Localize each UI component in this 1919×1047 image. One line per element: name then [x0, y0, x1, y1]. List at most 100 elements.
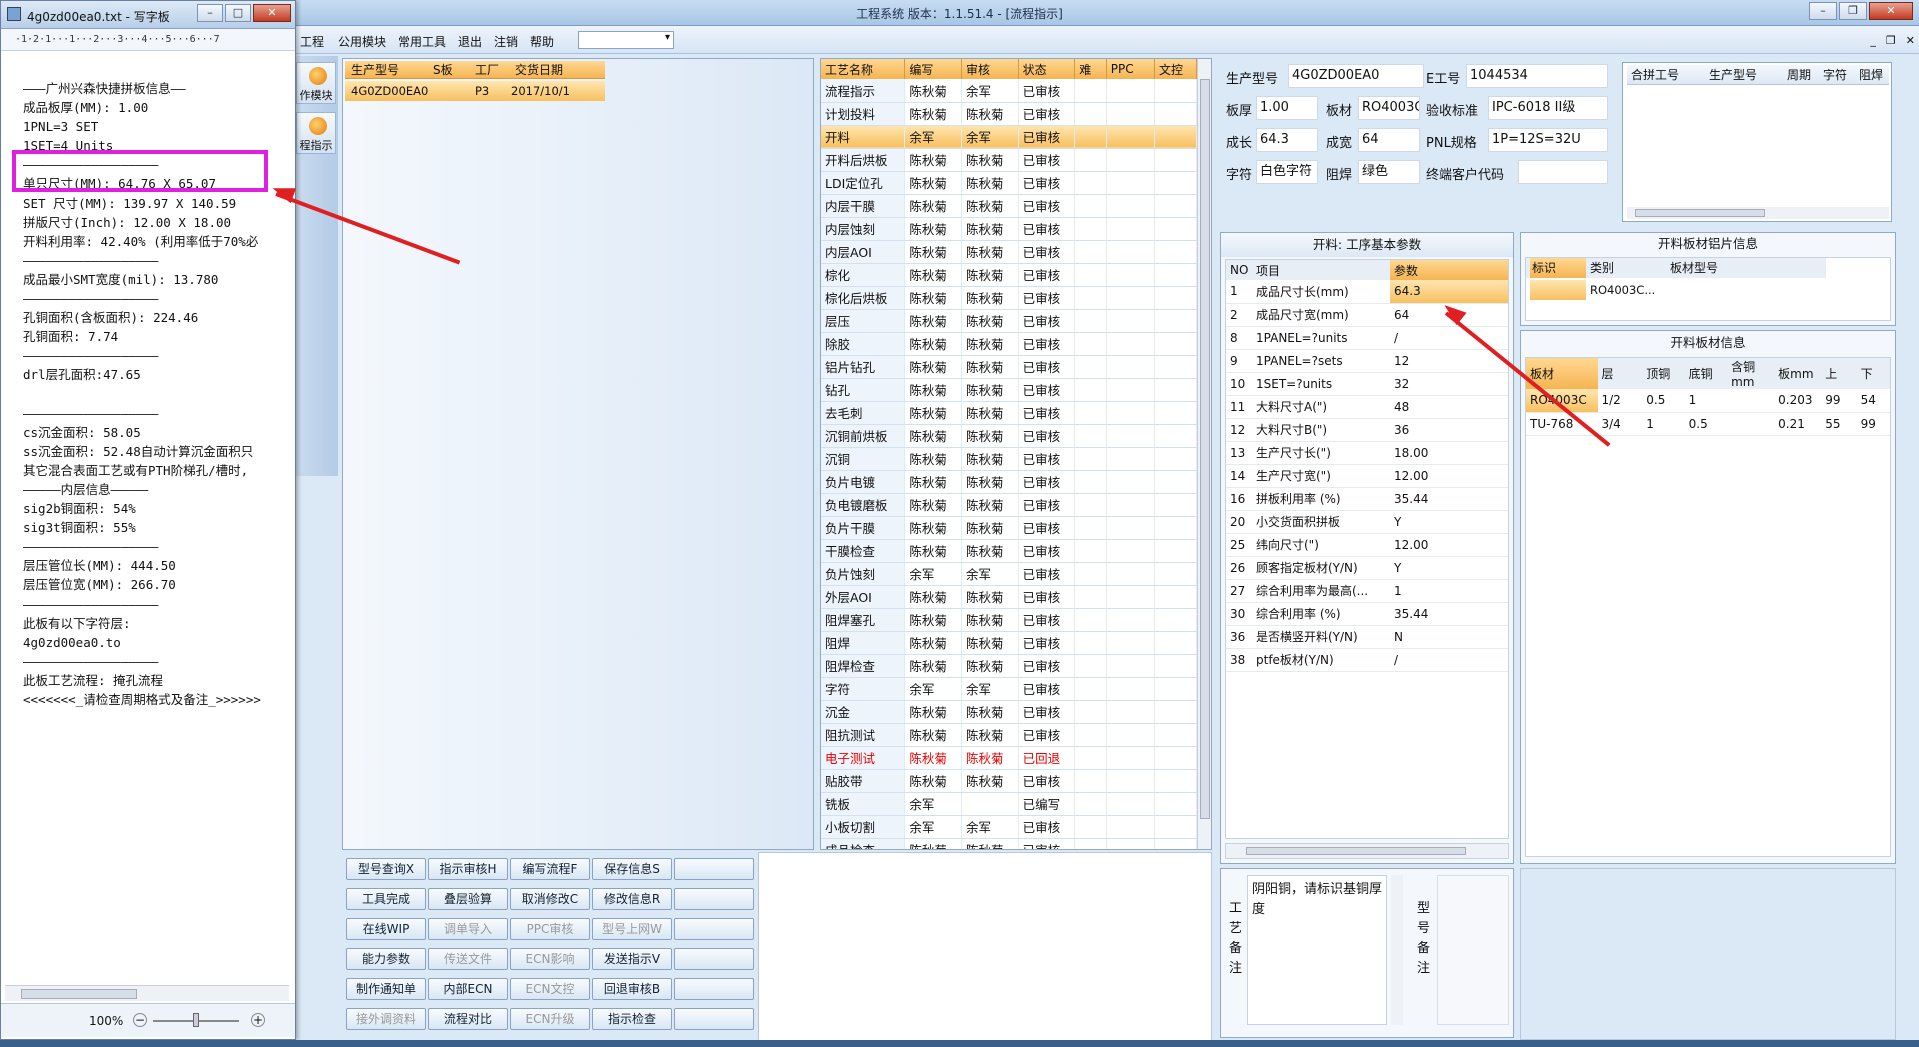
process-row[interactable]: 沉铜 陈秋菊 陈秋菊 已审核	[821, 447, 1198, 471]
process-row[interactable]: 电子测试 陈秋菊 陈秋菊 已回退	[821, 746, 1198, 770]
param-row[interactable]: 26 顾客指定板材(Y/N) Y	[1226, 556, 1508, 580]
param-row[interactable]: 20 小交货面积拼板 Y	[1226, 510, 1508, 534]
field-material[interactable]: RO4003C	[1358, 96, 1420, 120]
action-button[interactable]	[674, 858, 754, 880]
process-row[interactable]: 内层蚀刻 陈秋菊 陈秋菊 已审核	[821, 217, 1198, 241]
action-button[interactable]: ECN文控	[510, 978, 590, 1000]
menu-public-module[interactable]: 公用模块	[338, 33, 386, 50]
model-remark-field[interactable]	[1437, 875, 1509, 1025]
field-length[interactable]: 64.3	[1256, 128, 1318, 152]
process-row[interactable]: 负片蚀刻 余军 余军 已审核	[821, 562, 1198, 586]
restore-icon[interactable]: ❐	[1839, 2, 1867, 20]
process-row[interactable]: 铣板 余军 已编写	[821, 792, 1198, 816]
process-scrollbar[interactable]	[1197, 59, 1211, 849]
nav-make-module[interactable]: 作模块	[296, 62, 336, 104]
action-button[interactable]: 叠层验算	[428, 888, 508, 910]
process-row[interactable]: 计划投料 陈秋菊 陈秋菊 已审核	[821, 102, 1198, 126]
param-row[interactable]: 10 1SET=?units 32	[1226, 372, 1508, 396]
field-thickness[interactable]: 1.00	[1256, 96, 1318, 120]
process-row[interactable]: 铝片钻孔 陈秋菊 陈秋菊 已审核	[821, 355, 1198, 379]
field-standard[interactable]: IPC-6018 II级	[1488, 96, 1608, 120]
action-button[interactable]: 编写流程F	[510, 858, 590, 880]
action-button[interactable]: 修改信息R	[592, 888, 672, 910]
action-button[interactable]: ECN升级	[510, 1008, 590, 1030]
field-width[interactable]: 64	[1358, 128, 1420, 152]
process-row[interactable]: 字符 余军 余军 已审核	[821, 677, 1198, 701]
action-button[interactable]: 在线WIP	[346, 918, 426, 940]
order-row[interactable]: 4G0ZD00EA0 P3 2017/10/1	[345, 81, 605, 101]
menu-logout[interactable]: 注销	[494, 33, 518, 50]
action-button[interactable]: PPC审核	[510, 918, 590, 940]
process-row[interactable]: 负电镀磨板 陈秋菊 陈秋菊 已审核	[821, 493, 1198, 517]
param-row[interactable]: 16 拼板利用率 (%) 35.44	[1226, 487, 1508, 511]
notepad-maximize-icon[interactable]: □	[225, 4, 251, 22]
param-row[interactable]: 27 综合利用率为最高(... 1	[1226, 579, 1508, 603]
notepad-hscroll[interactable]	[5, 985, 289, 1001]
process-row[interactable]: 负片电镀 陈秋菊 陈秋菊 已审核	[821, 470, 1198, 494]
param-row[interactable]: 36 是否横竖开料(Y/N) N	[1226, 625, 1508, 649]
field-customer-code[interactable]	[1518, 160, 1608, 184]
action-button[interactable]: 指示审核H	[428, 858, 508, 880]
mdi-restore-icon[interactable]: ❐	[1886, 34, 1896, 47]
menu-tools[interactable]: 常用工具	[398, 33, 446, 50]
process-row[interactable]: 成品检查陈秋菊陈秋菊已审核	[821, 838, 1198, 849]
field-soldermask[interactable]: 绿色	[1358, 160, 1420, 184]
process-row[interactable]: 去毛刺 陈秋菊 陈秋菊 已审核	[821, 401, 1198, 425]
process-row[interactable]: 除胶 陈秋菊 陈秋菊 已审核	[821, 332, 1198, 356]
process-row[interactable]: 内层AOI 陈秋菊 陈秋菊 已审核	[821, 240, 1198, 264]
process-row[interactable]: 棕化后烘板 陈秋菊 陈秋菊 已审核	[821, 286, 1198, 310]
combine-scrollbar[interactable]	[1627, 207, 1889, 219]
action-button[interactable]: 内部ECN	[428, 978, 508, 1000]
action-button[interactable]: 传送文件	[428, 948, 508, 970]
menu-dropdown[interactable]	[578, 31, 674, 49]
param-row[interactable]: 14 生产尺寸宽(") 12.00	[1226, 464, 1508, 488]
action-button[interactable]: 回退审核B	[592, 978, 672, 1000]
process-row[interactable]: 沉金 陈秋菊 陈秋菊 已审核	[821, 700, 1198, 724]
param-row[interactable]: 11 大料尺寸A(") 48	[1226, 395, 1508, 419]
action-button[interactable]	[674, 948, 754, 970]
process-remark-field[interactable]: 阴阳铜，请标识基铜厚度	[1247, 875, 1387, 1025]
mdi-close-icon[interactable]: ✕	[1906, 34, 1915, 47]
process-row[interactable]: 开料 余军 余军 已审核	[821, 125, 1198, 149]
action-button[interactable]: 调单导入	[428, 918, 508, 940]
field-model[interactable]: 4G0ZD00EA0	[1288, 64, 1424, 88]
param-row[interactable]: 12 大料尺寸B(") 36	[1226, 418, 1508, 442]
zoom-out-icon[interactable]: −	[133, 1013, 147, 1027]
process-row[interactable]: 阻抗测试 陈秋菊 陈秋菊 已审核	[821, 723, 1198, 747]
action-button[interactable]: 取消修改C	[510, 888, 590, 910]
zoom-knob[interactable]	[193, 1013, 199, 1027]
action-button[interactable]: ECN影响	[510, 948, 590, 970]
param-row[interactable]: 25 纬向尺寸(") 12.00	[1226, 533, 1508, 557]
process-row[interactable]: 内层干膜 陈秋菊 陈秋菊 已审核	[821, 194, 1198, 218]
params-scrollbar[interactable]	[1225, 843, 1509, 859]
action-button[interactable]	[674, 918, 754, 940]
process-row[interactable]: 钻孔 陈秋菊 陈秋菊 已审核	[821, 378, 1198, 402]
process-row[interactable]: 贴胶带 陈秋菊 陈秋菊 已审核	[821, 769, 1198, 793]
field-pnl-spec[interactable]: 1P=12S=32U	[1488, 128, 1608, 152]
process-row[interactable]: 沉铜前烘板 陈秋菊 陈秋菊 已审核	[821, 424, 1198, 448]
action-button[interactable]: 工具完成	[346, 888, 426, 910]
notepad-close-icon[interactable]: ✕	[253, 4, 291, 22]
process-row[interactable]: 阻焊检查 陈秋菊 陈秋菊 已审核	[821, 654, 1198, 678]
action-button[interactable]	[674, 978, 754, 1000]
notepad-minimize-icon[interactable]: –	[197, 4, 223, 22]
param-row[interactable]: 1 成品尺寸长(mm) 64.3	[1226, 280, 1508, 304]
process-row[interactable]: 阻焊 陈秋菊 陈秋菊 已审核	[821, 631, 1198, 655]
action-button[interactable]: 指示检查	[592, 1008, 672, 1030]
process-row[interactable]: 层压 陈秋菊 陈秋菊 已审核	[821, 309, 1198, 333]
param-row[interactable]: 13 生产尺寸长(") 18.00	[1226, 441, 1508, 465]
action-button[interactable]	[674, 888, 754, 910]
zoom-in-icon[interactable]: +	[251, 1013, 265, 1027]
param-row[interactable]: 30 综合利用率 (%) 35.44	[1226, 602, 1508, 626]
close-icon[interactable]: ✕	[1869, 2, 1913, 20]
process-row[interactable]: 阻焊塞孔 陈秋菊 陈秋菊 已审核	[821, 608, 1198, 632]
param-row[interactable]: 9 1PANEL=?sets 12	[1226, 349, 1508, 373]
action-button[interactable]: 接外调资料	[346, 1008, 426, 1030]
param-row[interactable]: 38 ptfe板材(Y/N) /	[1226, 648, 1508, 672]
action-button[interactable]: 流程对比	[428, 1008, 508, 1030]
mdi-minimize-icon[interactable]: _	[1870, 34, 1876, 47]
process-row[interactable]: 棕化 陈秋菊 陈秋菊 已审核	[821, 263, 1198, 287]
aluminum-row[interactable]: RO4003C...	[1526, 280, 1826, 300]
field-legend[interactable]: 白色字符	[1256, 160, 1318, 184]
param-row[interactable]: 2 成品尺寸宽(mm) 64	[1226, 303, 1508, 327]
